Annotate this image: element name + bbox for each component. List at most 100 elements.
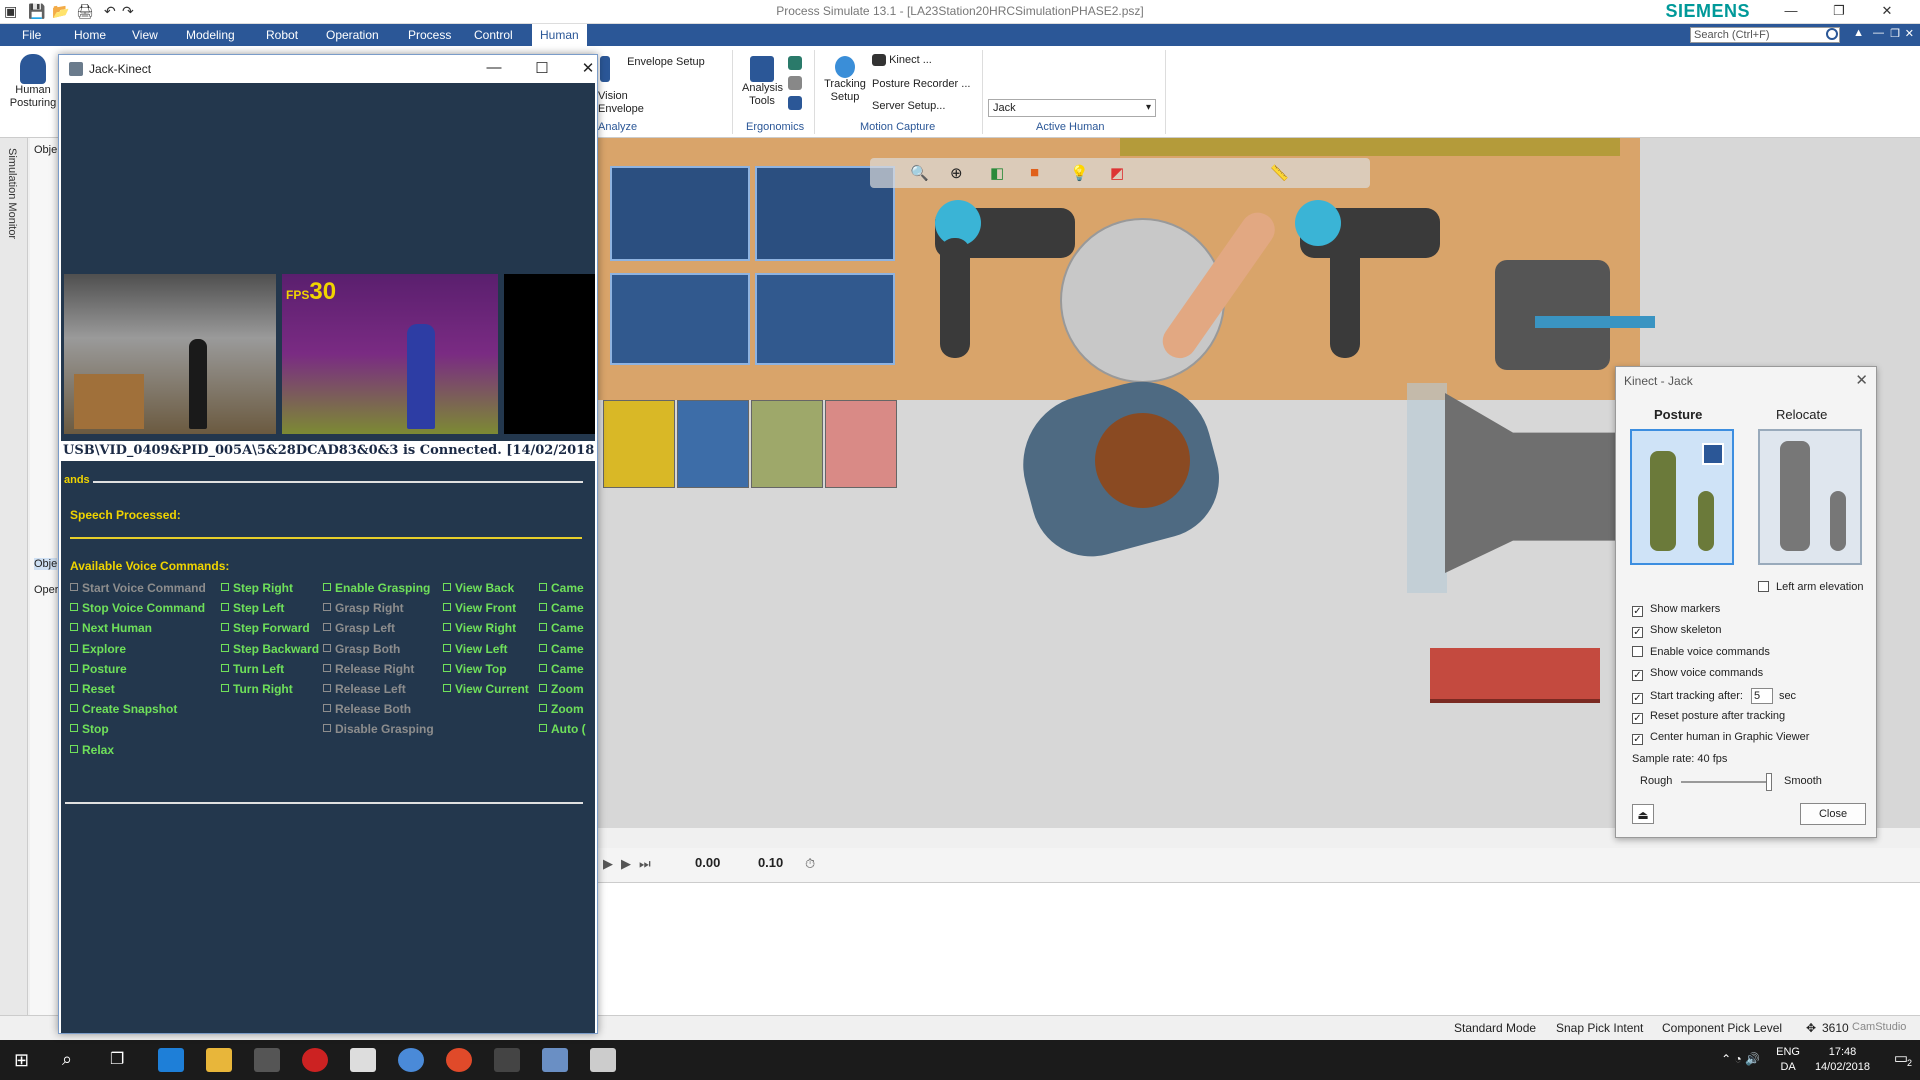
process-simulate-icon[interactable]: [494, 1048, 520, 1072]
search-input[interactable]: Search (Ctrl+F): [1690, 27, 1840, 43]
ribbon-restore-icon[interactable]: ❐: [1890, 27, 1900, 40]
tracking-setup-button[interactable]: Tracking Setup: [822, 56, 868, 104]
kinect-button[interactable]: Kinect ...: [872, 54, 932, 67]
eject-up-button[interactable]: ⏏: [1632, 804, 1654, 824]
kinect-option[interactable]: ✓ Reset posture after tracking: [1632, 710, 1785, 724]
option-checkbox[interactable]: ✓: [1632, 627, 1643, 639]
viewer-toolbar[interactable]: 🔍 ⊕ ◧ ■ 💡 ◩ 📏: [870, 158, 1370, 188]
tab-control[interactable]: Control: [466, 24, 521, 46]
window-icon[interactable]: [590, 1048, 616, 1072]
jack-icon[interactable]: [542, 1048, 568, 1072]
ribbon-close-icon[interactable]: ✕: [1905, 27, 1914, 40]
tab-file[interactable]: File: [14, 24, 50, 46]
tracking-delay-spinner[interactable]: 5: [1750, 688, 1773, 705]
close-icon[interactable]: ✕: [573, 59, 603, 77]
tab-relocate[interactable]: Relocate: [1776, 407, 1827, 422]
ribbon-minimize-icon[interactable]: —: [1873, 27, 1884, 39]
help-icon[interactable]: ▲: [1853, 27, 1864, 39]
restore-icon[interactable]: ❐: [1826, 3, 1852, 19]
kinect-option[interactable]: ✓ Show markers: [1632, 603, 1720, 617]
tab-posture[interactable]: Posture: [1654, 407, 1702, 422]
app-red-icon[interactable]: [302, 1048, 328, 1072]
save-icon[interactable]: 💾: [28, 3, 45, 20]
open-icon[interactable]: 📂: [52, 3, 69, 20]
print-icon[interactable]: 🖨: [76, 3, 94, 20]
operation-tree-tab[interactable]: Oper: [34, 584, 58, 596]
status-pick-level[interactable]: Component Pick Level: [1662, 1021, 1782, 1035]
kinect-option[interactable]: ✓ Center human in Graphic Viewer: [1632, 731, 1809, 745]
step-value[interactable]: 0.10: [758, 855, 783, 870]
tray-icons[interactable]: ⌃ ◔ 🔊: [1721, 1052, 1760, 1066]
server-setup-button[interactable]: Server Setup...: [872, 100, 945, 113]
posture-mode-thumbnail[interactable]: [1630, 429, 1734, 565]
object-tree-tab-2[interactable]: Obje: [34, 558, 58, 570]
jack-kinect-titlebar[interactable]: Jack-Kinect — ☐ ✕: [59, 55, 597, 83]
start-icon[interactable]: ⊞: [14, 1050, 29, 1071]
smoothing-slider-track[interactable]: [1681, 781, 1766, 783]
relocate-mode-thumbnail[interactable]: [1758, 429, 1862, 565]
option-checkbox[interactable]: ✓: [1632, 712, 1643, 724]
tab-robot[interactable]: Robot: [258, 24, 306, 46]
ergonomics-icon-1[interactable]: [788, 56, 802, 70]
option-checkbox[interactable]: ✓: [1632, 733, 1643, 745]
maximize-icon[interactable]: ☐: [527, 59, 557, 77]
kinect-option[interactable]: ✓ Show voice commands: [1632, 667, 1763, 681]
task-view-icon[interactable]: ❐: [110, 1049, 124, 1069]
tab-human[interactable]: Human: [532, 24, 587, 46]
timer-icon[interactable]: ⏱: [805, 856, 815, 872]
kinect-option[interactable]: ✓ Show skeleton: [1632, 624, 1722, 639]
explorer-icon[interactable]: [206, 1048, 232, 1072]
language-indicator[interactable]: ENG DA: [1776, 1045, 1800, 1075]
fit-icon[interactable]: ⊕: [950, 164, 963, 182]
ergonomics-icon-2[interactable]: [788, 76, 802, 90]
undo-icon[interactable]: ↶: [104, 3, 116, 20]
chrome-icon[interactable]: [446, 1048, 472, 1072]
ergonomics-icon-3[interactable]: [788, 96, 802, 110]
option-checkbox[interactable]: ✓: [1632, 669, 1643, 681]
vision-envelope-button[interactable]: Vision Envelope: [598, 90, 646, 116]
kinect-close-button[interactable]: Close: [1800, 803, 1866, 825]
minimize-icon[interactable]: —: [1778, 3, 1804, 18]
left-arm-elevation-option[interactable]: Left arm elevation: [1758, 581, 1863, 593]
object-tree-tab[interactable]: Obje: [34, 144, 57, 156]
light-icon[interactable]: 💡: [1070, 164, 1089, 182]
playback-controls-icon[interactable]: ▶▶⏭: [603, 856, 659, 872]
app-blue-icon[interactable]: [398, 1048, 424, 1072]
measure-icon[interactable]: 📏: [1270, 164, 1289, 182]
search-taskbar-icon[interactable]: ⌕: [62, 1049, 72, 1070]
posture-recorder-button[interactable]: Posture Recorder ...: [872, 78, 970, 91]
render-mode-icon[interactable]: ■: [1030, 164, 1039, 181]
option-checkbox[interactable]: ✓: [1632, 606, 1643, 617]
edge-icon[interactable]: [158, 1048, 184, 1072]
mail-icon[interactable]: [350, 1048, 376, 1072]
zoom-icon[interactable]: 🔍: [910, 164, 929, 182]
tab-operation[interactable]: Operation: [318, 24, 387, 46]
status-snap[interactable]: Snap Pick Intent: [1556, 1021, 1643, 1035]
kinect-option[interactable]: Enable voice commands: [1632, 645, 1770, 658]
section-icon[interactable]: ◩: [1110, 164, 1124, 182]
analysis-tools-button[interactable]: Analysis Tools: [742, 56, 783, 108]
envelope-setup-button[interactable]: Envelope Setup: [600, 56, 705, 82]
search-icon[interactable]: [1826, 28, 1838, 40]
notification-icon[interactable]: ▭: [1894, 1049, 1908, 1067]
tab-modeling[interactable]: Modeling: [178, 24, 243, 46]
close-icon[interactable]: ✕: [1855, 371, 1868, 389]
option-checkbox[interactable]: ✓: [1632, 693, 1643, 705]
smoothing-slider-thumb[interactable]: [1766, 773, 1772, 791]
minimize-icon[interactable]: —: [479, 59, 509, 76]
active-human-select[interactable]: Jack: [988, 99, 1156, 117]
redo-icon[interactable]: ↷: [122, 3, 134, 20]
option-checkbox[interactable]: [1632, 645, 1643, 657]
time-value[interactable]: 0.00: [695, 855, 720, 870]
human-posturing-button[interactable]: Human Posturing: [8, 54, 58, 110]
view-cube-icon[interactable]: ◧: [990, 164, 1004, 182]
kinect-option[interactable]: ✓ Start tracking after: 5 sec: [1632, 688, 1796, 705]
clock[interactable]: 17:48 14/02/2018: [1815, 1045, 1870, 1075]
left-arm-elevation-checkbox[interactable]: [1758, 581, 1769, 592]
close-icon[interactable]: ✕: [1874, 3, 1900, 19]
tab-home[interactable]: Home: [66, 24, 114, 46]
tab-view[interactable]: View: [124, 24, 166, 46]
simulation-monitor-tab[interactable]: Simulation Monitor: [6, 148, 18, 239]
store-icon[interactable]: [254, 1048, 280, 1072]
tab-process[interactable]: Process: [400, 24, 459, 46]
